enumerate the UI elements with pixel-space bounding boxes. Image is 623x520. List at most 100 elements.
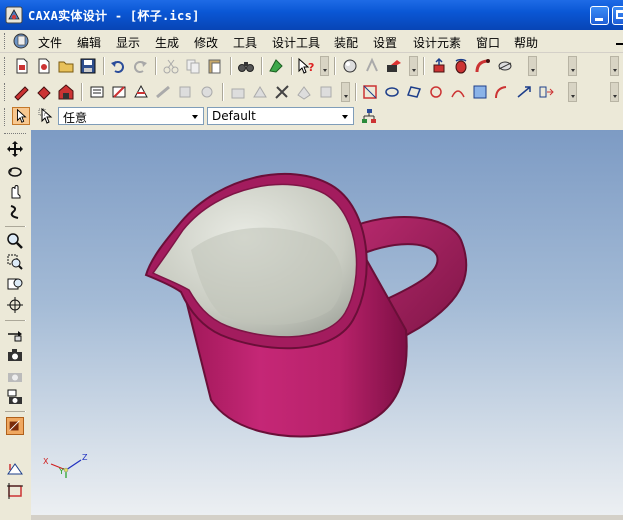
- material-icon[interactable]: [385, 57, 403, 75]
- menubar-grip[interactable]: [4, 33, 8, 49]
- sketch-plane-icon[interactable]: [6, 460, 24, 478]
- select-pointer-icon[interactable]: [12, 107, 30, 125]
- disabled-tool-icon[interactable]: [176, 83, 194, 101]
- menu-design-tools[interactable]: 设计工具: [272, 34, 320, 51]
- rendering-mode-icon[interactable]: [6, 417, 24, 435]
- block-red-icon[interactable]: [35, 83, 53, 101]
- rotate-view-icon[interactable]: [6, 162, 24, 180]
- menu-tools[interactable]: 工具: [233, 34, 257, 51]
- help-pointer-icon[interactable]: ?: [297, 57, 315, 75]
- open-folder-icon[interactable]: [57, 57, 75, 75]
- style-select[interactable]: Default: [207, 107, 354, 125]
- disabled-tool-icon[interactable]: [154, 83, 172, 101]
- surface-tool-icon[interactable]: [449, 83, 467, 101]
- paste-icon[interactable]: [206, 57, 224, 75]
- smart-dimension-icon[interactable]: [88, 83, 106, 101]
- disabled-tool-icon[interactable]: [317, 83, 335, 101]
- revolve-icon[interactable]: [452, 57, 470, 75]
- surface-tool-icon[interactable]: [471, 83, 489, 101]
- toolbar-overflow-button[interactable]: [320, 56, 329, 76]
- jug-3d-model[interactable]: [31, 130, 623, 515]
- zoom-icon[interactable]: [6, 232, 24, 250]
- camera-icon[interactable]: [6, 346, 24, 364]
- surface-tool-icon[interactable]: [493, 83, 511, 101]
- menu-view[interactable]: 显示: [116, 34, 140, 51]
- design-element-icon[interactable]: [267, 57, 285, 75]
- document-icon[interactable]: [12, 32, 30, 50]
- toolbar-separator: [355, 83, 357, 101]
- design-viewport[interactable]: X Y Z: [31, 130, 623, 515]
- edit-sketch-icon[interactable]: [110, 83, 128, 101]
- menu-bar: 文件 编辑 显示 生成 修改 工具 设计工具 装配 设置 设计元素 窗口 帮助: [0, 30, 623, 53]
- menu-edit[interactable]: 编辑: [77, 34, 101, 51]
- caxa-app-icon[interactable]: [5, 6, 23, 24]
- document-minimize-button[interactable]: [616, 43, 623, 45]
- pan-view-icon[interactable]: [6, 182, 24, 200]
- view-direction-icon[interactable]: [6, 325, 24, 343]
- menu-assembly[interactable]: 装配: [334, 34, 358, 51]
- menu-window[interactable]: 窗口: [476, 34, 500, 51]
- menu-settings[interactable]: 设置: [373, 34, 397, 51]
- select-mode-icon[interactable]: [37, 107, 55, 125]
- toolbar-overflow-button[interactable]: [528, 56, 537, 76]
- cut-icon[interactable]: [162, 57, 180, 75]
- disabled-tool-icon[interactable]: [295, 83, 313, 101]
- toolbar-overflow-button[interactable]: [341, 82, 350, 102]
- surface-tool-icon[interactable]: [515, 83, 533, 101]
- minimize-button[interactable]: [590, 6, 609, 25]
- surface-tool-icon[interactable]: [427, 83, 445, 101]
- rectangle-sketch-icon[interactable]: [6, 482, 24, 500]
- filter-select[interactable]: 任意: [58, 107, 204, 125]
- zoom-fit-icon[interactable]: [6, 275, 24, 293]
- disabled-camera-icon[interactable]: [6, 367, 24, 385]
- surface-tool-icon[interactable]: [383, 83, 401, 101]
- target-center-icon[interactable]: [6, 296, 24, 314]
- new-design-icon[interactable]: [35, 57, 53, 75]
- copy-icon[interactable]: [184, 57, 202, 75]
- camera-look-icon[interactable]: [6, 388, 24, 406]
- menu-help[interactable]: 帮助: [514, 34, 538, 51]
- toolbar-separator: [5, 411, 26, 412]
- surface-tool-icon[interactable]: [537, 83, 555, 101]
- menu-file[interactable]: 文件: [38, 34, 62, 51]
- menu-generate[interactable]: 生成: [155, 34, 179, 51]
- menu-modify[interactable]: 修改: [194, 34, 218, 51]
- disabled-tool-icon[interactable]: [251, 83, 269, 101]
- hierarchy-tree-icon[interactable]: [360, 107, 378, 125]
- measure-icon[interactable]: [273, 83, 291, 101]
- search-binoculars-icon[interactable]: [237, 57, 255, 75]
- toolbar-grip[interactable]: [4, 108, 8, 126]
- maximize-button[interactable]: [612, 6, 623, 25]
- pencil-red-icon[interactable]: [13, 83, 31, 101]
- undo-icon[interactable]: [109, 57, 127, 75]
- toolbar-overflow-button[interactable]: [568, 56, 577, 76]
- zoom-window-icon[interactable]: [6, 253, 24, 271]
- toolbar-overflow-button[interactable]: [568, 82, 577, 102]
- house-shape-icon[interactable]: [57, 83, 75, 101]
- disabled-tool-icon[interactable]: [198, 83, 216, 101]
- sweep-icon[interactable]: [474, 57, 492, 75]
- toolbar-overflow-button[interactable]: [610, 82, 619, 102]
- chevron-down-icon[interactable]: [188, 109, 202, 123]
- redo-icon[interactable]: [131, 57, 149, 75]
- toolbar-grip[interactable]: [4, 57, 8, 75]
- chevron-down-icon[interactable]: [338, 109, 352, 123]
- menu-design-elements[interactable]: 设计元素: [413, 34, 461, 51]
- lighting-icon[interactable]: [363, 57, 381, 75]
- toolbar-grip[interactable]: [4, 133, 26, 138]
- surface-tool-icon[interactable]: [361, 83, 379, 101]
- render-icon[interactable]: [341, 57, 359, 75]
- save-icon[interactable]: [79, 57, 97, 75]
- edit-profile-icon[interactable]: [132, 83, 150, 101]
- extrude-icon[interactable]: [430, 57, 448, 75]
- walk-view-icon[interactable]: [6, 203, 24, 221]
- loft-icon[interactable]: [496, 57, 514, 75]
- toolbar-overflow-button[interactable]: [610, 56, 619, 76]
- move-arrows-icon[interactable]: [6, 140, 24, 158]
- new-file-icon[interactable]: [13, 57, 31, 75]
- horizontal-scrollbar[interactable]: [31, 515, 623, 520]
- toolbar-grip[interactable]: [4, 83, 8, 101]
- surface-tool-icon[interactable]: [405, 83, 423, 101]
- disabled-tool-icon[interactable]: [229, 83, 247, 101]
- toolbar-overflow-button[interactable]: [409, 56, 418, 76]
